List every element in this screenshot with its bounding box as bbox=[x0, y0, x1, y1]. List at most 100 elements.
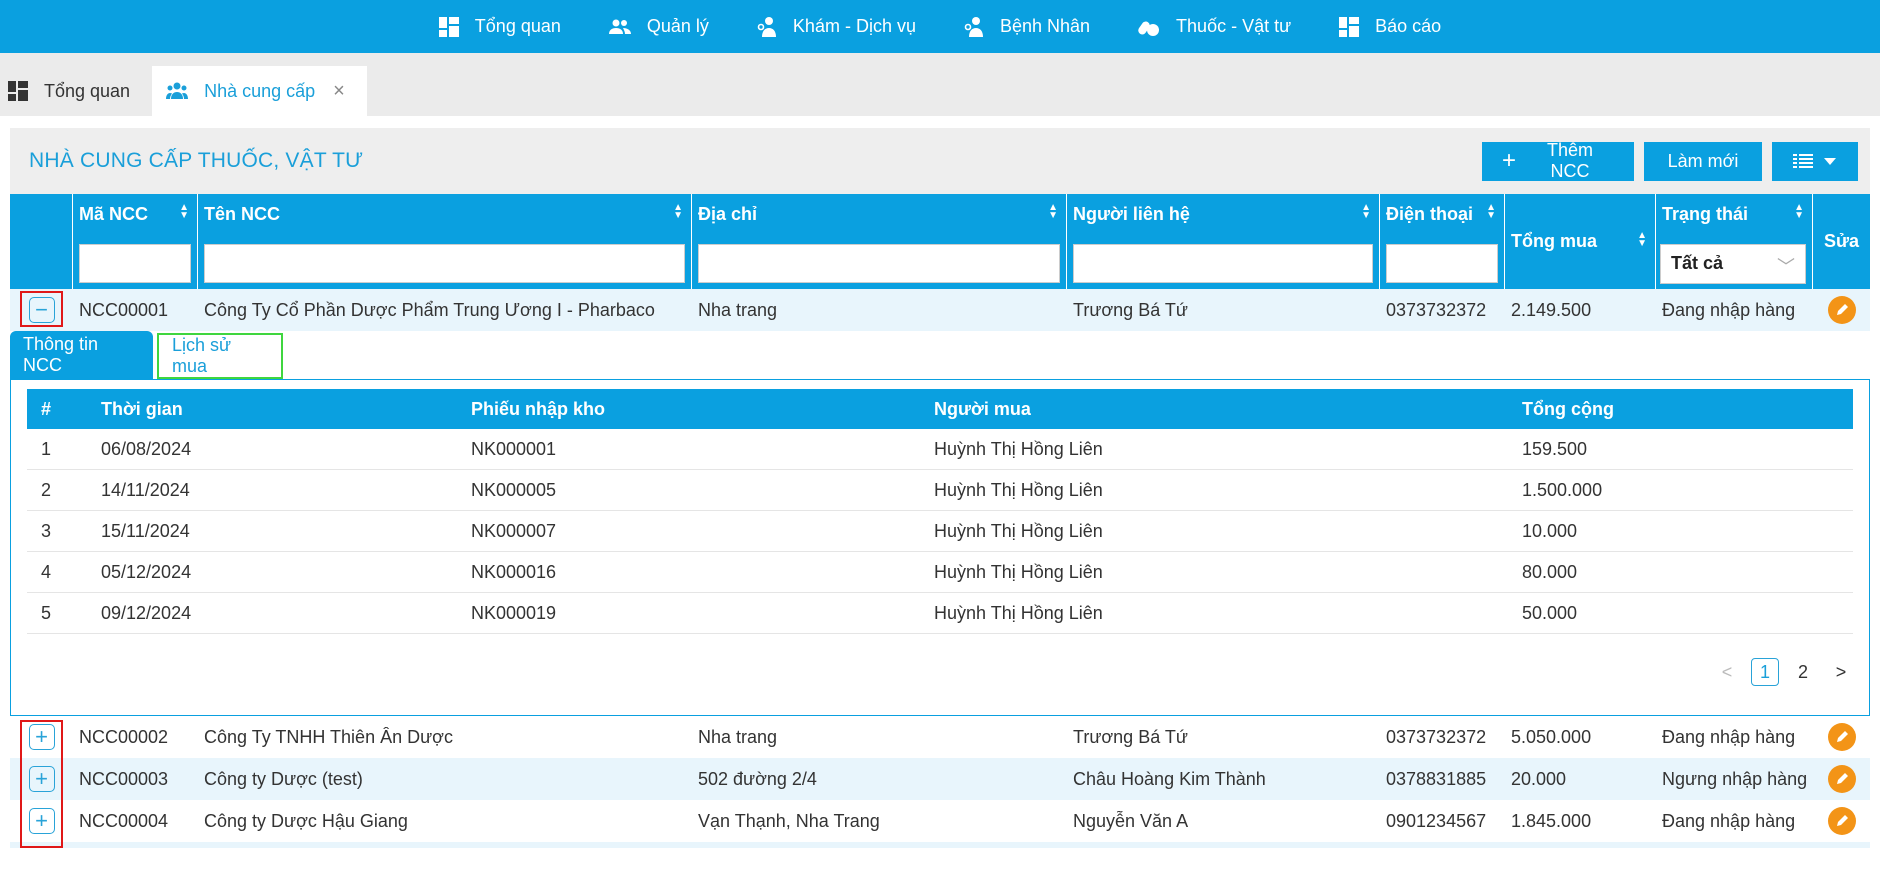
purchase-history-body: # Thời gian Phiếu nhập kho Người mua Tổn… bbox=[10, 379, 1870, 716]
page-2-button[interactable]: 2 bbox=[1789, 658, 1817, 686]
header-phone[interactable]: Điện thoại ▲ ▼ bbox=[1380, 194, 1505, 289]
supplier-address: 502 đường 2/4 bbox=[698, 768, 817, 789]
history-header-time: Thời gian bbox=[101, 398, 183, 419]
header-code[interactable]: Mã NCC ▲ ▼ bbox=[73, 194, 198, 289]
supplier-phone: 0373732372 bbox=[1386, 299, 1487, 320]
supplier-phone: 0373732372 bbox=[1386, 726, 1487, 747]
supplier-name: Công ty Dược Hậu Giang bbox=[204, 810, 408, 831]
sort-icon[interactable]: ▲ ▼ bbox=[1486, 203, 1496, 221]
header-status-label: Trạng thái bbox=[1662, 204, 1749, 224]
tab-overview[interactable]: Tổng quan bbox=[0, 66, 150, 116]
header-name[interactable]: Tên NCC ▲ ▼ bbox=[198, 194, 692, 289]
sort-icon[interactable]: ▲ ▼ bbox=[179, 203, 189, 221]
history-buyer: Huỳnh Thị Hồng Liên bbox=[934, 479, 1103, 500]
status-filter-value: Tất cả bbox=[1671, 253, 1724, 273]
next-page-icon[interactable]: > bbox=[1827, 658, 1855, 686]
history-num: 1 bbox=[41, 438, 52, 459]
status-filter-select[interactable]: Tất cả ﹀ bbox=[1660, 244, 1806, 284]
edit-button[interactable] bbox=[1827, 723, 1856, 751]
doctor-icon bbox=[757, 16, 776, 37]
pencil-icon bbox=[1836, 731, 1848, 742]
history-sum: 50.000 bbox=[1522, 602, 1578, 623]
close-icon[interactable]: × bbox=[333, 80, 345, 103]
sort-icon[interactable]: ▲ ▼ bbox=[1637, 231, 1647, 249]
edit-button[interactable] bbox=[1827, 807, 1856, 835]
nav-management-label: Quản lý bbox=[646, 16, 709, 36]
nav-services-label: Khám - Dịch vụ bbox=[792, 16, 916, 36]
supplier-status: Đang nhập hàng bbox=[1662, 299, 1796, 320]
contact-filter-input[interactable] bbox=[1073, 244, 1373, 283]
history-num: 5 bbox=[41, 602, 52, 623]
history-row[interactable]: 1 06/08/2024 NK000001 Huỳnh Thị Hồng Liê… bbox=[27, 429, 1853, 470]
supplier-contact: Trương Bá Tứ bbox=[1073, 299, 1188, 320]
table-row[interactable]: − NCC00001 Công Ty Cổ Phần Dược Phẩm Tru… bbox=[10, 289, 1870, 331]
page-1-button[interactable]: 1 bbox=[1751, 658, 1779, 686]
plus-icon: + bbox=[1502, 147, 1517, 174]
history-row[interactable]: 5 09/12/2024 NK000019 Huỳnh Thị Hồng Liê… bbox=[27, 593, 1853, 634]
history-buyer: Huỳnh Thị Hồng Liên bbox=[934, 520, 1103, 541]
history-time: 15/11/2024 bbox=[101, 520, 190, 541]
history-time: 09/12/2024 bbox=[101, 602, 192, 623]
header-status[interactable]: Trạng thái ▲ ▼ Tất cả ﹀ bbox=[1656, 194, 1813, 289]
history-header-sum: Tổng cộng bbox=[1522, 398, 1614, 419]
nav-reports[interactable]: Báo cáo bbox=[1315, 0, 1465, 53]
column-menu-button[interactable] bbox=[1772, 141, 1858, 181]
history-header-buyer: Người mua bbox=[934, 398, 1031, 419]
refresh-button[interactable]: Làm mới bbox=[1644, 141, 1762, 181]
sort-icon[interactable]: ▲ ▼ bbox=[673, 203, 683, 221]
history-num: 3 bbox=[41, 520, 52, 541]
nav-services[interactable]: Khám - Dịch vụ bbox=[733, 0, 940, 53]
panel-actions: + Thêm NCC Làm mới bbox=[1482, 140, 1858, 181]
tab-purchase-history[interactable]: Lịch sử mua bbox=[157, 333, 283, 379]
name-filter-input[interactable] bbox=[204, 244, 685, 283]
phone-filter-input[interactable] bbox=[1386, 244, 1498, 283]
nav-management[interactable]: Quản lý bbox=[585, 0, 733, 53]
header-address-label: Địa chỉ bbox=[698, 204, 758, 224]
header-total-label: Tổng mua bbox=[1511, 231, 1597, 251]
edit-button[interactable] bbox=[1827, 296, 1856, 324]
sort-icon[interactable]: ▲ ▼ bbox=[1048, 203, 1058, 221]
sort-icon[interactable]: ▲ ▼ bbox=[1794, 203, 1804, 221]
code-filter-input[interactable] bbox=[79, 244, 191, 283]
nav-overview[interactable]: Tổng quan bbox=[415, 0, 585, 53]
address-filter-input[interactable] bbox=[698, 244, 1060, 283]
table-row[interactable]: + NCC00004 Công ty Dược Hậu Giang Vạn Th… bbox=[10, 800, 1870, 842]
supplier-panel: NHÀ CUNG CẤP THUỐC, VẬT TƯ + Thêm NCC Là… bbox=[10, 128, 1870, 848]
supplier-name: Công Ty Cổ Phần Dược Phẩm Trung Ương I -… bbox=[204, 299, 655, 320]
history-receipt: NK000001 bbox=[471, 438, 557, 459]
nav-patients[interactable]: Bệnh Nhân bbox=[940, 0, 1114, 53]
table-row[interactable]: + NCC00003 Công ty Dược (test) 502 đường… bbox=[10, 758, 1870, 800]
header-contact[interactable]: Người liên hệ ▲ ▼ bbox=[1067, 194, 1380, 289]
history-row[interactable]: 2 14/11/2024 NK000005 Huỳnh Thị Hồng Liê… bbox=[27, 470, 1853, 511]
nav-medicine-label: Thuốc - Vật tư bbox=[1176, 16, 1292, 36]
nav-medicine[interactable]: Thuốc - Vật tư bbox=[1114, 0, 1315, 53]
history-sum: 80.000 bbox=[1522, 561, 1578, 582]
edit-button[interactable] bbox=[1827, 765, 1856, 793]
history-buyer: Huỳnh Thị Hồng Liên bbox=[934, 602, 1103, 623]
tab-supplier[interactable]: Nhà cung cấp × bbox=[152, 66, 367, 116]
header-total[interactable]: Tổng mua ▲ ▼ bbox=[1505, 194, 1656, 289]
supplier-status: Đang nhập hàng bbox=[1662, 810, 1796, 831]
history-buyer: Huỳnh Thị Hồng Liên bbox=[934, 561, 1103, 582]
prev-page-icon[interactable]: < bbox=[1713, 658, 1741, 686]
supplier-code: NCC00002 bbox=[79, 726, 169, 747]
history-time: 14/11/2024 bbox=[101, 479, 190, 500]
supplier-total: 1.845.000 bbox=[1511, 810, 1592, 831]
supplier-address: Vạn Thạnh, Nha Trang bbox=[698, 810, 880, 831]
header-phone-label: Điện thoại bbox=[1386, 204, 1474, 224]
nav-reports-label: Báo cáo bbox=[1375, 16, 1442, 36]
tab-supplier-info[interactable]: Thông tin NCC bbox=[10, 331, 153, 379]
history-row[interactable]: 4 05/12/2024 NK000016 Huỳnh Thị Hồng Liê… bbox=[27, 552, 1853, 593]
add-supplier-button[interactable]: + Thêm NCC bbox=[1482, 140, 1634, 181]
history-sum: 10.000 bbox=[1522, 520, 1578, 541]
history-sum: 1.500.000 bbox=[1522, 479, 1603, 500]
caret-down-icon bbox=[1824, 158, 1836, 165]
pencil-icon bbox=[1836, 815, 1848, 826]
table-row[interactable]: + NCC00002 Công Ty TNHH Thiên Ân Dược Nh… bbox=[10, 716, 1870, 758]
list-icon bbox=[1793, 154, 1813, 168]
highlight-box bbox=[20, 720, 63, 848]
history-row[interactable]: 3 15/11/2024 NK000007 Huỳnh Thị Hồng Liê… bbox=[27, 511, 1853, 552]
header-address[interactable]: Địa chỉ ▲ ▼ bbox=[692, 194, 1067, 289]
header-name-label: Tên NCC bbox=[204, 204, 280, 224]
sort-icon[interactable]: ▲ ▼ bbox=[1361, 203, 1371, 221]
